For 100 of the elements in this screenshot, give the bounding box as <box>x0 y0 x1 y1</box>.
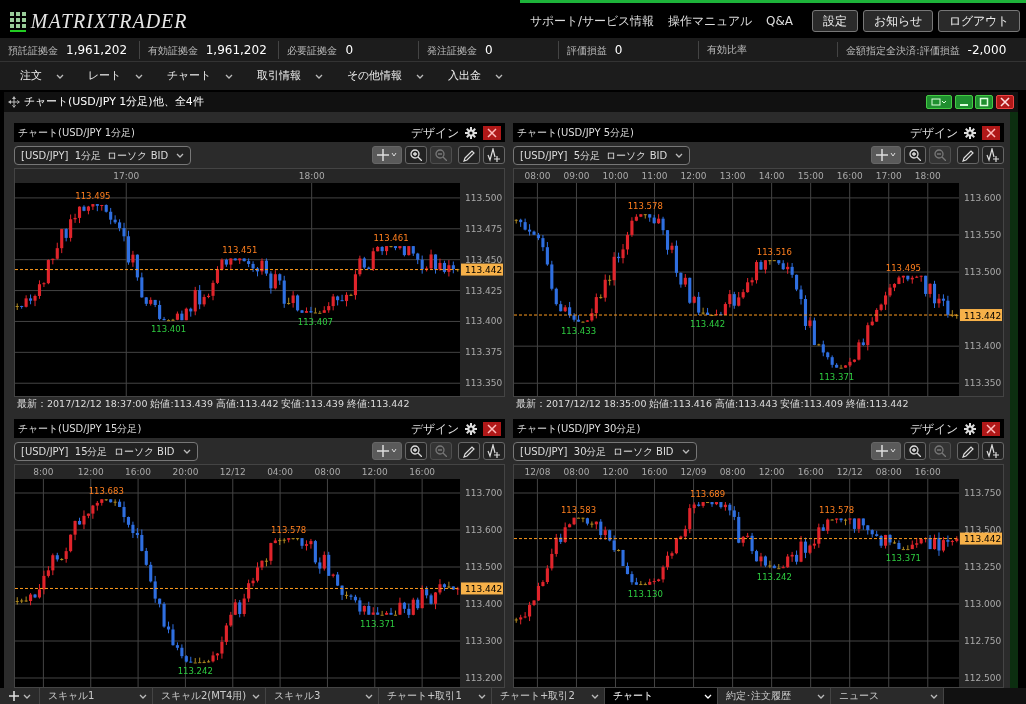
chart-title: チャート(USD/JPY 1分足) <box>18 126 135 140</box>
symbol-select[interactable]: [USD/JPY] 30分足 ローソク BID <box>513 441 697 461</box>
y-axis-label: 113.400 <box>465 599 503 609</box>
account-label: 発注証拠金 <box>427 43 478 58</box>
x-axis-label: 18:00 <box>914 171 941 181</box>
account-label: 有効比率 <box>706 43 747 57</box>
x-axis-label: 12:00 <box>680 171 707 181</box>
x-axis-label: 16:00 <box>914 467 941 477</box>
chart-footer: 最新：2017/12/12 18:37:00 始値:113.439 高値:113.442 安値:113.439 終値:113.442 <box>14 397 505 411</box>
x-axis-label: 16:00 <box>641 467 668 477</box>
x-axis-label: 12/09 <box>680 467 707 477</box>
account-value: 0 <box>614 41 623 59</box>
header-button[interactable]: ログアウト <box>938 9 1020 32</box>
header-link[interactable]: Q&A <box>766 11 793 30</box>
y-axis-label: 113.425 <box>465 285 503 296</box>
y-axis-label: 113.400 <box>465 316 503 327</box>
menu-item[interactable]: 入出金 <box>436 67 515 85</box>
price-annotation: 113.583 <box>560 504 597 515</box>
tab[interactable]: チャート+取引2 <box>492 688 605 704</box>
menu-item[interactable]: 取引情報 <box>245 67 335 85</box>
price-annotation: 113.495 <box>885 262 921 273</box>
y-axis-label: 113.000 <box>964 599 1002 609</box>
price-tag: 113.442 <box>960 532 1002 545</box>
menu-item[interactable]: レート <box>76 67 155 85</box>
y-axis-label: 113.300 <box>465 636 503 646</box>
header-link[interactable]: サポート/サービス情報 <box>529 11 654 30</box>
menu-item[interactable]: 注文 <box>8 67 76 85</box>
x-axis-label: 12:00 <box>758 467 785 477</box>
y-axis-label: 113.500 <box>465 562 503 572</box>
x-axis-label: 16:00 <box>836 171 863 181</box>
y-axis-label: 113.375 <box>465 347 503 358</box>
logo-text: MATRIXTRADER <box>30 8 188 34</box>
x-axis-label: 12/12 <box>219 467 246 477</box>
account-label: 有効証拠金 <box>147 43 198 58</box>
price-annotation: 113.578 <box>271 525 307 536</box>
account-value: 0 <box>345 41 354 59</box>
design-link[interactable]: デザイン <box>411 419 459 438</box>
y-axis-label: 113.200 <box>465 673 503 683</box>
design-link[interactable]: デザイン <box>411 123 459 142</box>
price-annotation: 113.683 <box>88 486 124 497</box>
x-axis-label: 12/12 <box>836 467 863 477</box>
price-annotation: 113.242 <box>177 666 213 677</box>
design-link[interactable]: デザイン <box>910 419 958 438</box>
tab[interactable]: 約定･注文履歴 <box>718 688 831 704</box>
x-axis-label: 08:00 <box>719 467 746 477</box>
price-annotation: 113.401 <box>150 324 187 335</box>
price-annotation: 113.578 <box>627 201 663 212</box>
x-axis-label: 12:00 <box>602 467 629 477</box>
account-value: 0 <box>485 41 493 59</box>
price-annotation: 113.242 <box>756 572 792 583</box>
window-title: チャート(USD/JPY 1分足)他、全4件 <box>24 93 204 110</box>
price-annotation: 113.371 <box>360 618 396 629</box>
chart-title: チャート(USD/JPY 15分足) <box>18 422 142 436</box>
y-axis-label: 112.750 <box>964 636 1002 646</box>
symbol-select[interactable]: [USD/JPY] 5分足 ローソク BID <box>513 145 691 165</box>
x-axis-label: 20:00 <box>172 467 199 477</box>
x-axis-label: 18:00 <box>298 171 325 181</box>
tab[interactable]: スキャル2(MT4用) <box>153 688 266 704</box>
x-axis-label: 15:00 <box>797 171 824 181</box>
price-annotation: 113.371 <box>819 371 855 382</box>
x-axis-label: 10:00 <box>602 171 629 181</box>
tab[interactable]: スキャル3 <box>266 688 379 704</box>
price-annotation: 113.451 <box>222 245 258 256</box>
header-button[interactable]: 設定 <box>812 9 858 32</box>
price-tag: 113.442 <box>461 582 503 595</box>
menu-item[interactable]: チャート <box>155 67 245 85</box>
x-axis-label: 8:00 <box>33 467 54 477</box>
x-axis-label: 08:00 <box>563 467 590 477</box>
account-label: 金額指定全決済:評価損益 <box>846 43 960 58</box>
y-axis-label: 113.550 <box>964 229 1002 240</box>
chart-title: チャート(USD/JPY 5分足) <box>517 126 634 140</box>
y-axis-label: 113.250 <box>964 562 1002 572</box>
tab[interactable]: ニュース <box>831 688 944 704</box>
x-axis-label: 16:00 <box>125 467 152 477</box>
symbol-select[interactable]: [USD/JPY] 15分足 ローソク BID <box>14 441 198 461</box>
tab[interactable]: チャート+取引1 <box>379 688 492 704</box>
y-axis-label: 112.500 <box>964 673 1002 683</box>
header-link[interactable]: 操作マニュアル <box>668 11 752 30</box>
tab[interactable]: スキャル1 <box>40 688 153 704</box>
account-value: -2,000 <box>967 41 1007 59</box>
symbol-select[interactable]: [USD/JPY] 1分足 ローソク BID <box>14 145 192 165</box>
y-axis-label: 113.700 <box>465 488 503 498</box>
y-axis-label: 113.750 <box>964 488 1002 498</box>
y-axis-label: 113.500 <box>465 192 503 203</box>
x-axis-label: 17:00 <box>113 171 140 181</box>
y-axis-label: 113.350 <box>465 378 503 389</box>
y-axis-label: 113.400 <box>964 341 1002 352</box>
header-button[interactable]: お知らせ <box>863 9 933 32</box>
menu-item[interactable]: その他情報 <box>335 67 436 85</box>
x-axis-label: 14:00 <box>758 171 785 181</box>
price-annotation: 113.516 <box>756 247 792 258</box>
x-axis-label: 12:00 <box>361 467 388 477</box>
x-axis-label: 08:00 <box>875 467 902 477</box>
x-axis-label: 17:00 <box>875 171 902 181</box>
y-axis-label: 113.450 <box>465 254 503 265</box>
tab[interactable]: チャート <box>605 688 718 704</box>
account-label: 評価損益 <box>566 43 607 58</box>
account-label: 必要証拠金 <box>287 43 338 58</box>
y-axis-label: 113.350 <box>964 378 1002 389</box>
design-link[interactable]: デザイン <box>910 123 958 142</box>
